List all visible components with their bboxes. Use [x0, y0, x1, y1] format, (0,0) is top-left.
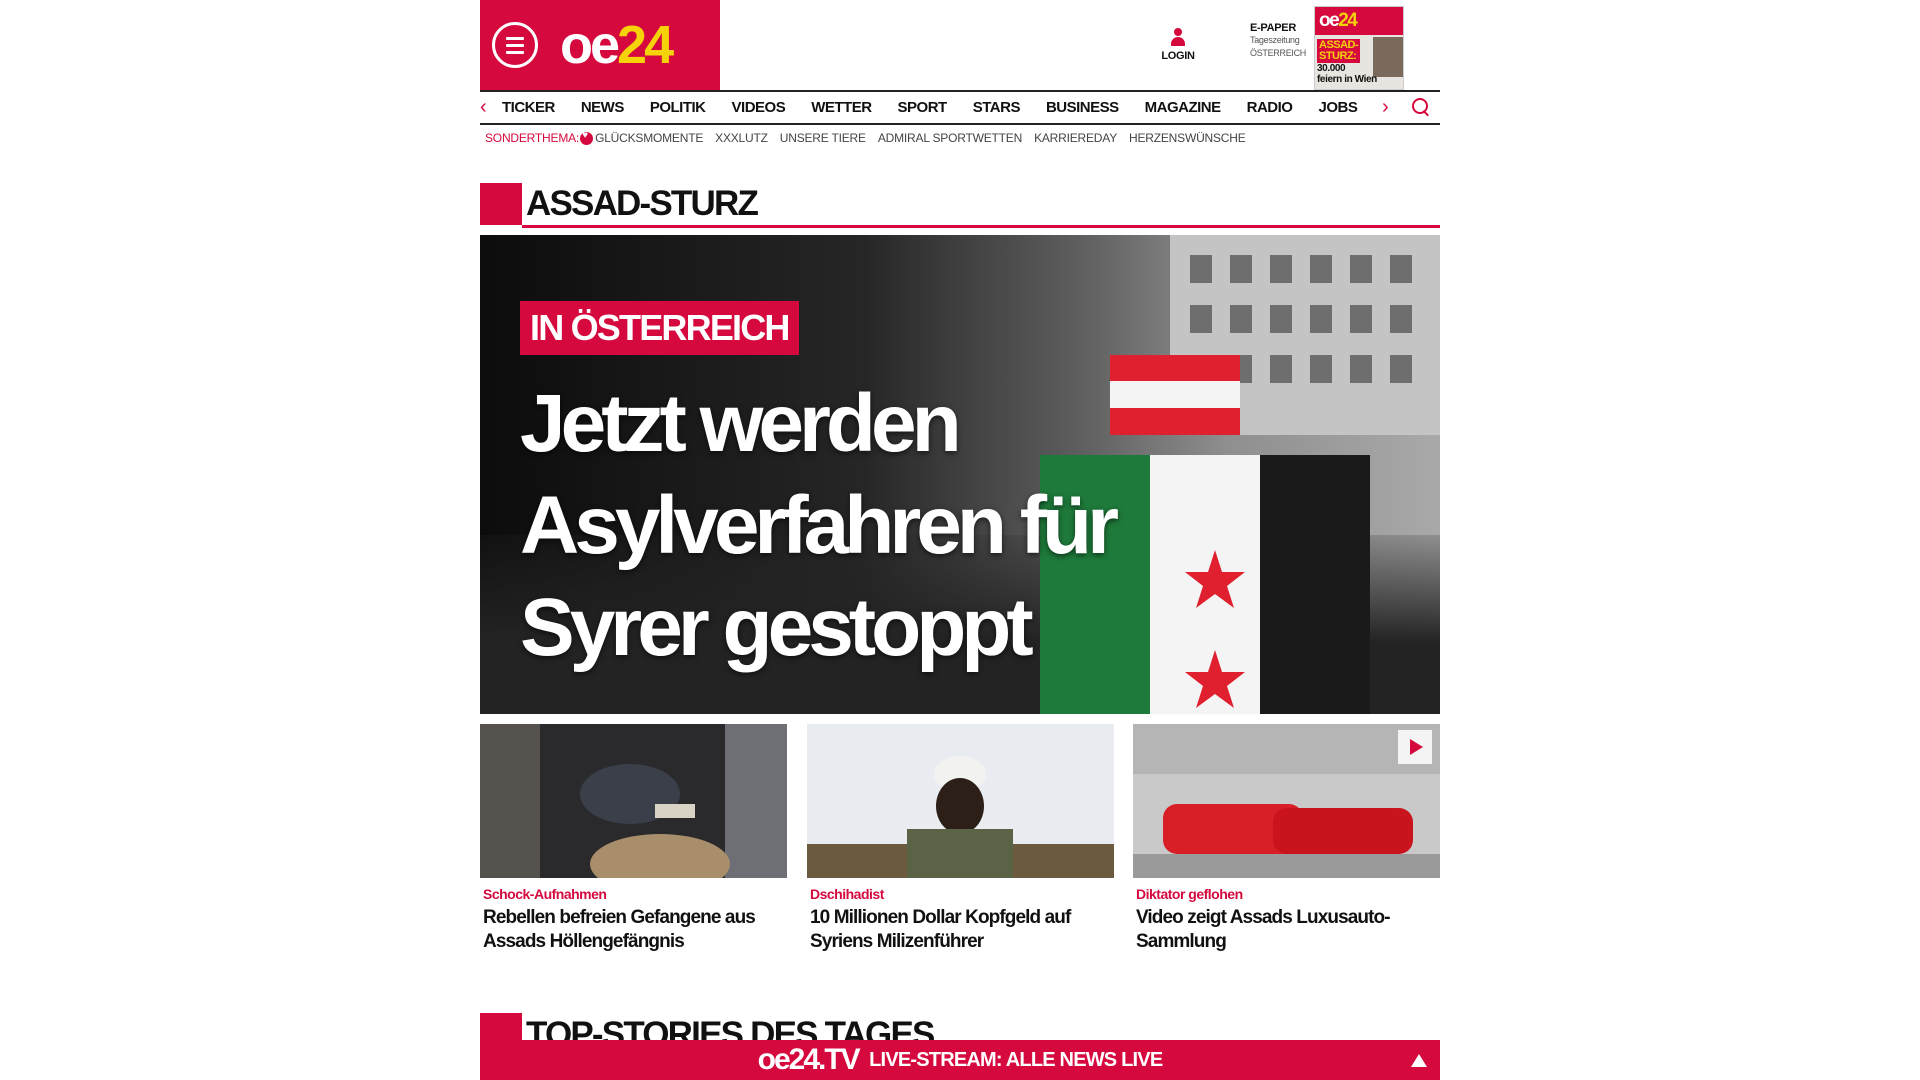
special-topic-xxxlutz[interactable]: XXXLUTZ — [715, 131, 768, 145]
special-topic-unsere-tiere[interactable]: UNSERE TIERE — [780, 131, 866, 145]
article-title[interactable]: Rebellen befreien Gefangene aus Assads H… — [483, 906, 783, 954]
article-image — [1133, 724, 1440, 878]
epaper-cover-logo: oe24 — [1319, 10, 1358, 31]
article-kicker: Schock-Aufnahmen — [483, 886, 607, 902]
hero-article[interactable]: IN ÖSTERREICH Jetzt werden Asylverfahren… — [480, 235, 1440, 714]
article-title[interactable]: 10 Millionen Dollar Kopfgeld auf Syriens… — [810, 906, 1110, 954]
special-topic-herzenswuensche[interactable]: HERZENSWÜNSCHE — [1129, 131, 1246, 145]
nav-scroll-left-icon[interactable]: ‹ — [480, 97, 492, 117]
search-icon[interactable] — [1412, 98, 1430, 116]
epaper-title: E-PAPER — [1250, 22, 1296, 34]
live-stream-text: LIVE-STREAM: ALLE NEWS LIVE — [869, 1049, 1163, 1071]
login-label: LOGIN — [1161, 50, 1195, 62]
article-image — [480, 724, 787, 878]
article-title[interactable]: Video zeigt Assads Luxusauto-Sammlung — [1136, 906, 1436, 954]
play-video-icon[interactable] — [1398, 730, 1432, 764]
nav-item-radio[interactable]: RADIO — [1247, 92, 1293, 123]
special-topics-bar: SONDERTHEMA: GLÜCKSMOMENTE XXXLUTZ UNSER… — [485, 129, 1258, 147]
epaper-cover-subline: 30.000 feiern in Wien — [1317, 63, 1377, 85]
nav-item-wetter[interactable]: WETTER — [811, 92, 872, 123]
oe24tv-logo: oe24.TV — [757, 1043, 861, 1076]
nav-item-stars[interactable]: STARS — [973, 92, 1021, 123]
nav-item-jobs[interactable]: JOBS — [1318, 92, 1357, 123]
epaper-cover-image — [1373, 37, 1403, 77]
login-button[interactable]: LOGIN — [1156, 28, 1200, 62]
special-topic-admiral-sportwetten[interactable]: ADMIRAL SPORTWETTEN — [878, 131, 1022, 145]
nav-scroll-right-icon[interactable]: › — [1382, 97, 1394, 117]
epaper-cover-thumbnail[interactable]: oe24 ASSAD- STURZ: 30.000 feiern in Wien — [1314, 6, 1404, 90]
nav-item-ticker[interactable]: TICKER — [502, 92, 555, 123]
special-topic-karriereday[interactable]: KARRIEREDAY — [1034, 131, 1117, 145]
nav-item-sport[interactable]: SPORT — [898, 92, 948, 123]
nav-item-magazine[interactable]: MAGAZINE — [1145, 92, 1222, 123]
user-icon — [1170, 28, 1186, 46]
section-header: ASSAD-STURZ — [480, 183, 1440, 228]
article-kicker: Diktator geflohen — [1136, 886, 1243, 902]
hamburger-menu-icon[interactable] — [492, 22, 538, 68]
section-underline — [522, 225, 1440, 228]
nav-item-videos[interactable]: VIDEOS — [732, 92, 786, 123]
article-cards: Schock-Aufnahmen Rebellen befreien Gefan… — [480, 724, 1440, 964]
article-card[interactable]: Dschihadist 10 Millionen Dollar Kopfgeld… — [807, 724, 1114, 964]
main-navigation: ‹ TICKER NEWS POLITIK VIDEOS WETTER SPOR… — [480, 90, 1440, 125]
page-container: oe24 LOGIN E-PAPER Tageszeitung ÖSTERREI… — [480, 0, 1440, 1080]
arrow-up-icon[interactable] — [1398, 1040, 1440, 1080]
epaper-link[interactable]: E-PAPER Tageszeitung ÖSTERREICH — [1250, 22, 1310, 60]
article-kicker: Dschihadist — [810, 886, 884, 902]
hero-headline[interactable]: Jetzt werden Asylverfahren für Syrer ges… — [520, 373, 1160, 679]
nav-items: TICKER NEWS POLITIK VIDEOS WETTER SPORT … — [502, 92, 1383, 123]
logo-area: oe24 — [480, 0, 720, 90]
section-marker — [480, 183, 522, 225]
site-header: oe24 LOGIN E-PAPER Tageszeitung ÖSTERREI… — [480, 0, 1440, 90]
heart-icon — [580, 130, 594, 145]
special-topics-label: SONDERTHEMA: — [485, 131, 580, 145]
epaper-subtitle: Tageszeitung — [1250, 35, 1300, 45]
article-card[interactable]: Diktator geflohen Video zeigt Assads Lux… — [1133, 724, 1440, 964]
live-stream-bar[interactable]: oe24.TV LIVE-STREAM: ALLE NEWS LIVE — [480, 1040, 1440, 1080]
section-title[interactable]: ASSAD-STURZ — [526, 183, 759, 225]
site-logo[interactable]: oe24 — [560, 12, 674, 78]
nav-item-news[interactable]: NEWS — [581, 92, 625, 123]
epaper-subtitle-country: ÖSTERREICH — [1250, 48, 1307, 58]
article-image — [807, 724, 1114, 878]
nav-item-business[interactable]: BUSINESS — [1046, 92, 1119, 123]
hero-tag: IN ÖSTERREICH — [520, 301, 799, 355]
article-card[interactable]: Schock-Aufnahmen Rebellen befreien Gefan… — [480, 724, 787, 964]
epaper-cover-headline: ASSAD- STURZ: — [1317, 39, 1361, 63]
nav-item-politik[interactable]: POLITIK — [650, 92, 706, 123]
special-topic-gluecksmomente[interactable]: GLÜCKSMOMENTE — [595, 131, 703, 145]
